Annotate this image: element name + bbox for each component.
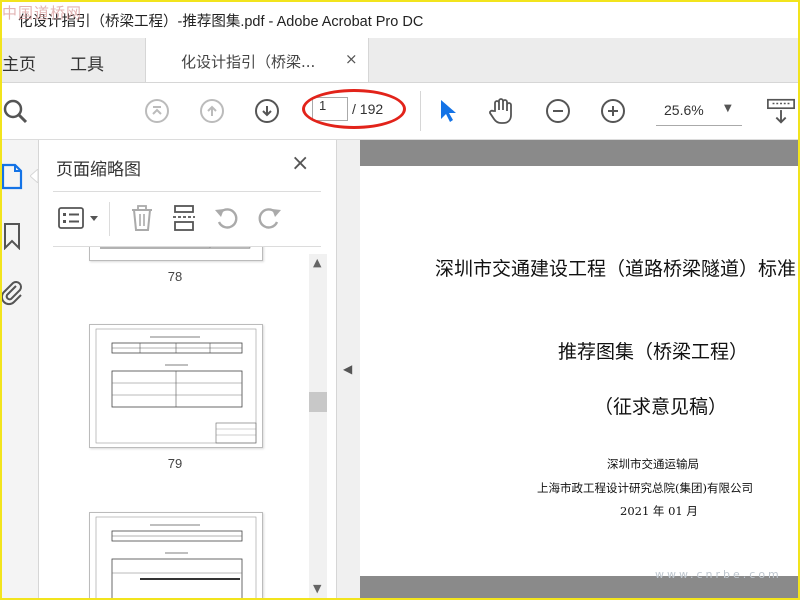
watermark-logo: 中国道桥网 bbox=[2, 4, 83, 22]
panel-title: 页面缩略图 bbox=[56, 160, 141, 180]
thumbnail-page-label: 78 bbox=[167, 269, 183, 284]
page-thumbnails-panel: 页面缩略图 × 78 79 ▲ ▼ bbox=[39, 140, 335, 600]
select-arrow-icon[interactable] bbox=[433, 96, 463, 126]
zoom-in-icon[interactable] bbox=[598, 96, 628, 126]
title-bar: 化设计指引（桥梁工程）-推荐图集.pdf - Adobe Acrobat Pro… bbox=[0, 0, 800, 38]
delete-page-icon[interactable] bbox=[129, 204, 155, 236]
panel-splitter[interactable]: ◀ bbox=[336, 140, 361, 600]
bookmark-icon[interactable] bbox=[2, 222, 24, 254]
doc-title-line: 深圳市交通建设工程（道路桥梁隧道）标准 bbox=[435, 258, 797, 280]
hand-tool-icon[interactable] bbox=[487, 96, 517, 126]
scroll-up-icon[interactable]: ▲ bbox=[313, 256, 321, 269]
doc-organization: 深圳市交通运输局 bbox=[607, 457, 699, 471]
tab-bar: 主页 工具 化设计指引（桥梁... × bbox=[0, 38, 800, 83]
rotate-right-icon[interactable] bbox=[255, 204, 283, 236]
keyboard-icon[interactable] bbox=[766, 96, 796, 126]
thumbnail-page-label: 79 bbox=[167, 456, 183, 471]
tab-document[interactable]: 化设计指引（桥梁... × bbox=[145, 38, 369, 82]
options-menu-icon[interactable] bbox=[57, 206, 103, 234]
watermark-url: www.cnrbe.com bbox=[655, 568, 782, 581]
scrollbar-thumb[interactable] bbox=[309, 392, 327, 412]
doc-organization: 上海市政工程设计研究总院(集团)有限公司 bbox=[537, 481, 753, 495]
tab-tools[interactable]: 工具 bbox=[70, 50, 104, 75]
document-view[interactable]: 深圳市交通建设工程（道路桥梁隧道）标准 推荐图集（桥梁工程） （征求意见稿） 深… bbox=[360, 140, 800, 600]
document-page: 深圳市交通建设工程（道路桥梁隧道）标准 推荐图集（桥梁工程） （征求意见稿） 深… bbox=[360, 166, 800, 576]
chevron-down-icon: ▼ bbox=[724, 103, 732, 114]
close-tab-icon[interactable]: × bbox=[345, 50, 358, 68]
thumbnail-scrollbar[interactable]: ▲ ▼ bbox=[309, 254, 327, 600]
zoom-select[interactable]: 25.6% ▼ bbox=[656, 97, 742, 126]
panel-divider bbox=[53, 191, 321, 192]
thumbnail-list: 78 79 bbox=[39, 247, 335, 600]
page-thumbnails-icon[interactable] bbox=[0, 162, 26, 196]
rotate-left-icon[interactable] bbox=[213, 204, 241, 236]
zoom-out-icon[interactable] bbox=[543, 96, 573, 126]
previous-page-icon[interactable] bbox=[197, 96, 227, 126]
doc-date: 2021 年 01 月 bbox=[620, 504, 698, 518]
page-thumbnail[interactable] bbox=[89, 324, 263, 448]
doc-subtitle: 推荐图集（桥梁工程） bbox=[558, 341, 749, 363]
close-panel-icon[interactable]: × bbox=[291, 151, 309, 176]
page-thumbnail[interactable] bbox=[89, 247, 263, 261]
scroll-down-icon[interactable]: ▼ bbox=[313, 582, 321, 595]
main-toolbar: 1 / 192 25.6% ▼ bbox=[0, 83, 800, 140]
first-page-icon[interactable] bbox=[142, 96, 172, 126]
collapse-panel-icon[interactable]: ◀ bbox=[343, 362, 352, 376]
doc-draft-note: （征求意见稿） bbox=[594, 396, 728, 418]
thumbnail-toolbar bbox=[53, 200, 323, 240]
highlight-circle-annotation bbox=[302, 89, 406, 129]
attachment-icon[interactable] bbox=[0, 278, 24, 310]
zoom-value: 25.6% bbox=[664, 102, 704, 118]
navigation-rail bbox=[0, 140, 39, 600]
next-page-icon[interactable] bbox=[252, 96, 282, 126]
search-icon[interactable] bbox=[0, 96, 30, 126]
active-panel-pointer bbox=[29, 167, 39, 185]
page-thumbnail[interactable] bbox=[89, 512, 263, 600]
tab-home[interactable]: 主页 bbox=[2, 50, 36, 75]
document-tab-label: 化设计指引（桥梁... bbox=[181, 53, 316, 71]
extract-page-icon[interactable] bbox=[171, 204, 197, 236]
toolbar-divider bbox=[420, 91, 421, 131]
tool-divider bbox=[109, 202, 110, 236]
